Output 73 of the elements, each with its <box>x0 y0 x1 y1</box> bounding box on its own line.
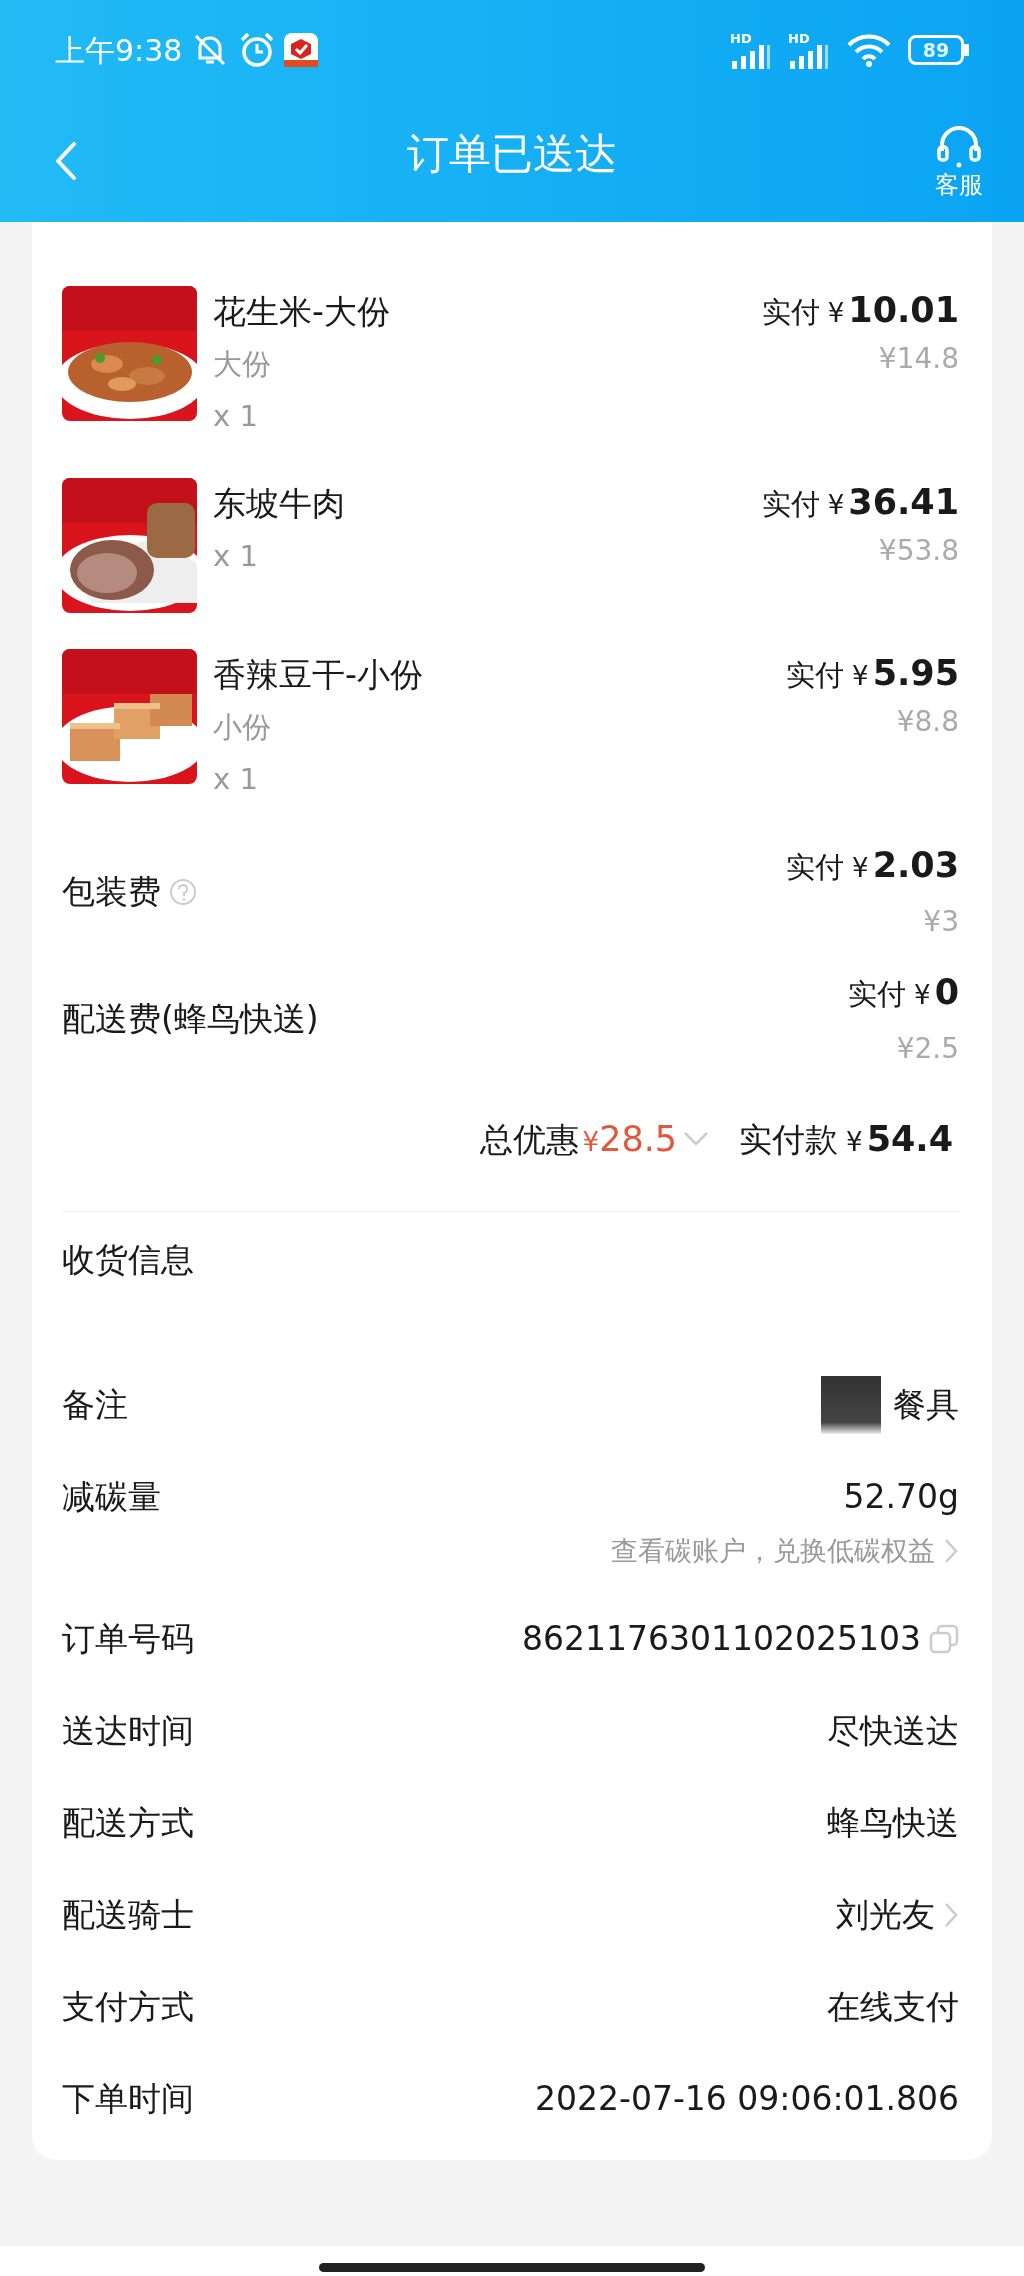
detail-label: 下单时间 <box>62 2078 194 2121</box>
detail-label: 配送方式 <box>62 1802 194 1845</box>
item-name: 东坡牛肉 <box>213 483 345 525</box>
wifi-icon <box>846 33 892 67</box>
paid-amount: 10.01 <box>848 289 959 332</box>
detail-value: 刘光友 <box>836 1894 935 1937</box>
currency-symbol: ¥ <box>852 852 869 885</box>
detail-label: 减碳量 <box>62 1476 161 1519</box>
detail-value: 蜂鸟快送 <box>827 1802 959 1845</box>
chevron-down-icon[interactable] <box>683 1131 710 1147</box>
app-icon <box>284 33 319 67</box>
item-quantity: x 1 <box>213 398 259 435</box>
detail-label: 送达时间 <box>62 1710 194 1753</box>
currency-symbol: ¥ <box>852 660 869 693</box>
detail-label: 收货信息 <box>62 1239 194 1281</box>
paid-label: 实付 <box>848 976 907 1013</box>
original-price: ¥53.8 <box>878 533 959 569</box>
paid-label: 实付 <box>786 657 845 694</box>
item-quantity: x 1 <box>213 761 259 798</box>
currency-symbol: ¥ <box>827 489 845 522</box>
total-paid-amount: 54.4 <box>866 1117 953 1161</box>
signal-icon <box>788 44 830 69</box>
total-paid-label: 实付款 <box>739 1118 839 1161</box>
chevron-icon[interactable] <box>943 1537 959 1565</box>
paid-label: 实付 <box>786 849 845 886</box>
page-title: 订单已送达 <box>406 128 618 180</box>
paid-amount: 0 <box>934 971 959 1014</box>
paid-label: 实付 <box>761 294 820 331</box>
detail-label: 备注 <box>62 1384 128 1427</box>
currency-symbol: ¥ <box>827 297 845 330</box>
network-type-label: HD <box>730 31 753 45</box>
item-spec: 小份 <box>213 709 272 746</box>
currency-symbol: ¥ <box>582 1125 600 1159</box>
currency-symbol: ¥ <box>914 979 931 1012</box>
detail-label: 配送骑士 <box>62 1894 194 1937</box>
paid-amount: 2.03 <box>872 844 959 887</box>
discount-label: 总优惠 <box>479 1118 579 1161</box>
original-price: ¥14.8 <box>878 341 959 377</box>
fee-label: 包装费 <box>62 870 161 913</box>
battery-indicator: 89 <box>908 35 964 65</box>
paid-label: 实付 <box>761 486 820 523</box>
fee-label: 配送费(蜂鸟快送) <box>62 997 319 1040</box>
signal-icon <box>730 44 772 69</box>
item-name: 花生米-大份 <box>213 291 390 333</box>
detail-value: 8621176301102025103 <box>522 1618 921 1661</box>
detail-value: 2022-07-16 09:06:01.806 <box>535 2078 959 2121</box>
battery-tip-icon <box>964 44 969 56</box>
redaction-mask <box>821 1376 881 1434</box>
paid-amount: 36.41 <box>848 481 959 524</box>
item-spec: 大份 <box>213 346 272 383</box>
item-name: 香辣豆干-小份 <box>213 654 423 696</box>
detail-value: 尽快送达 <box>827 1710 959 1753</box>
original-price: ¥8.8 <box>896 704 959 740</box>
detail-label: 支付方式 <box>62 1986 194 2029</box>
currency-symbol: ¥ <box>846 1125 863 1159</box>
help-icon[interactable] <box>169 877 197 906</box>
detail-value: 在线支付 <box>827 1986 959 2029</box>
item-quantity: x 1 <box>213 538 259 575</box>
copy-icon[interactable] <box>929 1624 959 1654</box>
home-indicator[interactable] <box>319 2263 705 2272</box>
original-price: ¥3 <box>923 904 959 940</box>
status-time: 上午9:38 <box>55 31 183 70</box>
paid-amount: 5.95 <box>872 652 959 695</box>
detail-value: 餐具 <box>893 1384 959 1427</box>
network-type-label: HD <box>788 31 811 45</box>
original-price: ¥2.5 <box>896 1031 959 1067</box>
detail-value: 52.70g <box>843 1476 959 1519</box>
back-icon[interactable] <box>55 141 77 181</box>
customer-service-button[interactable]: 客服 <box>934 125 984 197</box>
carbon-account-link[interactable]: 查看碳账户，兑换低碳权益 <box>611 1530 935 1572</box>
chevron-icon[interactable] <box>943 1901 959 1929</box>
discount-amount: 28.5 <box>599 1117 678 1161</box>
detail-label: 订单号码 <box>62 1618 194 1661</box>
